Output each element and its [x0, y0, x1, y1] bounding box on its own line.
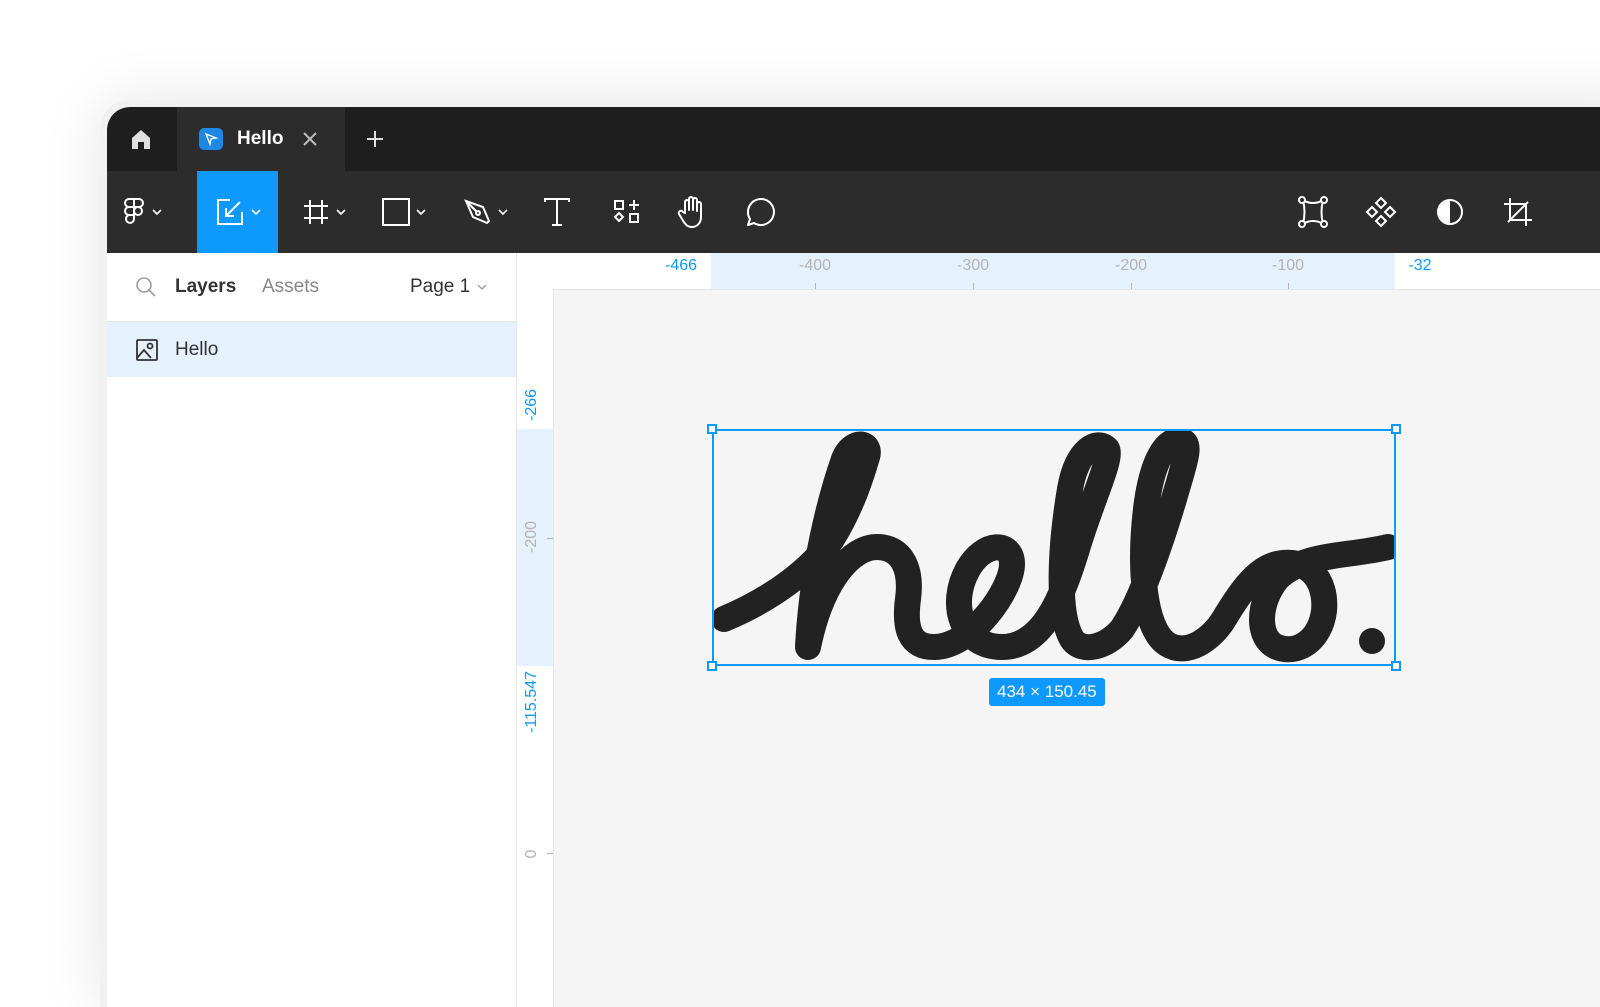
ruler-tick — [1288, 283, 1289, 289]
tab-hello[interactable]: Hello — [177, 107, 345, 171]
chevron-down-icon — [152, 209, 162, 216]
resize-handle-bottom-left[interactable] — [707, 661, 717, 671]
selection-box — [712, 429, 1396, 666]
hand-tool-button[interactable] — [677, 171, 709, 253]
ruler-tick-label: -200 — [1114, 257, 1148, 274]
component-button[interactable] — [1365, 171, 1397, 253]
shape-tool-button[interactable] — [381, 171, 427, 253]
component-icon — [1365, 196, 1397, 228]
comment-icon — [746, 197, 775, 226]
ruler-tick — [547, 853, 553, 854]
crop-button[interactable] — [1503, 171, 1533, 253]
tab-layers[interactable]: Layers — [175, 276, 236, 298]
frame-icon — [304, 200, 328, 224]
ruler-selection-start: -466 — [664, 257, 698, 274]
ruler-tick-label: -200 — [523, 520, 540, 553]
title-bar: Hello — [107, 107, 1600, 171]
figma-file-icon — [199, 128, 223, 150]
chevron-down-icon — [336, 209, 346, 216]
chevron-down-icon — [250, 209, 261, 216]
tab-label: Hello — [237, 128, 284, 149]
resources-tool-button[interactable] — [613, 171, 641, 253]
ruler-corner — [517, 253, 554, 290]
resize-handle-bottom-right[interactable] — [1391, 661, 1401, 671]
layer-label: Hello — [175, 338, 219, 360]
figma-logo-icon — [124, 198, 144, 224]
ruler-tick — [815, 283, 816, 289]
layers-panel: Layers Assets Page 1 Hello — [107, 253, 517, 1007]
resize-handle-top-right[interactable] — [1391, 424, 1401, 434]
canvas[interactable]: 434 × 150.45 — [554, 290, 1600, 1007]
pen-icon — [464, 199, 491, 225]
ruler-tick — [973, 283, 974, 289]
layer-item[interactable]: Hello — [107, 322, 516, 377]
chevron-down-icon — [416, 209, 426, 216]
horizontal-ruler: -466 -400 -300 -200 -100 -32 — [553, 253, 1600, 290]
toolbar — [107, 171, 1600, 253]
panel-tabs: Layers Assets Page 1 — [107, 253, 516, 322]
tab-assets[interactable]: Assets — [262, 276, 319, 298]
text-tool-button[interactable] — [543, 171, 571, 253]
resize-handle-top-left[interactable] — [707, 424, 717, 434]
search-icon[interactable] — [135, 276, 157, 298]
text-icon — [544, 198, 570, 226]
move-icon — [216, 199, 243, 225]
main-menu-button[interactable] — [121, 171, 163, 253]
page-name: Page 1 — [410, 276, 471, 297]
pen-tool-button[interactable] — [463, 171, 509, 253]
ruler-tick-label: -300 — [956, 257, 990, 274]
ruler-selection-end: -32 — [1408, 257, 1432, 274]
move-tool-button[interactable] — [197, 171, 278, 253]
crop-icon — [1504, 198, 1532, 226]
comment-tool-button[interactable] — [745, 171, 777, 253]
mask-button[interactable] — [1435, 171, 1465, 253]
chevron-down-icon — [498, 209, 508, 216]
ruler-selection-end: -115.547 — [523, 671, 540, 733]
app-window: Hello Layers Assets Page 1 Hello -466 -4… — [100, 100, 1600, 1007]
mask-icon — [1437, 199, 1463, 225]
home-button[interactable] — [107, 107, 175, 171]
resources-icon — [613, 200, 639, 223]
ruler-tick — [547, 538, 553, 539]
vertical-ruler: -266 -200 -115.547 0 — [517, 289, 554, 1007]
rectangle-icon — [382, 198, 410, 226]
new-tab-button[interactable] — [363, 127, 387, 151]
ruler-tick-label: -100 — [1271, 257, 1305, 274]
ruler-tick — [1131, 283, 1132, 289]
home-icon — [132, 130, 150, 149]
hand-icon — [677, 196, 702, 228]
image-icon — [136, 338, 158, 361]
page-dropdown[interactable]: Page 1 — [410, 276, 488, 298]
ruler-tick-label: -400 — [798, 257, 832, 274]
edit-object-button[interactable] — [1297, 171, 1329, 253]
close-icon[interactable] — [301, 130, 319, 148]
ruler-tick-label: 0 — [523, 849, 540, 859]
ruler-selection-start: -266 — [523, 388, 540, 421]
chevron-down-icon — [477, 284, 487, 290]
dimensions-badge: 434 × 150.45 — [989, 678, 1105, 706]
frame-tool-button[interactable] — [301, 171, 347, 253]
edit-object-icon — [1298, 196, 1328, 228]
